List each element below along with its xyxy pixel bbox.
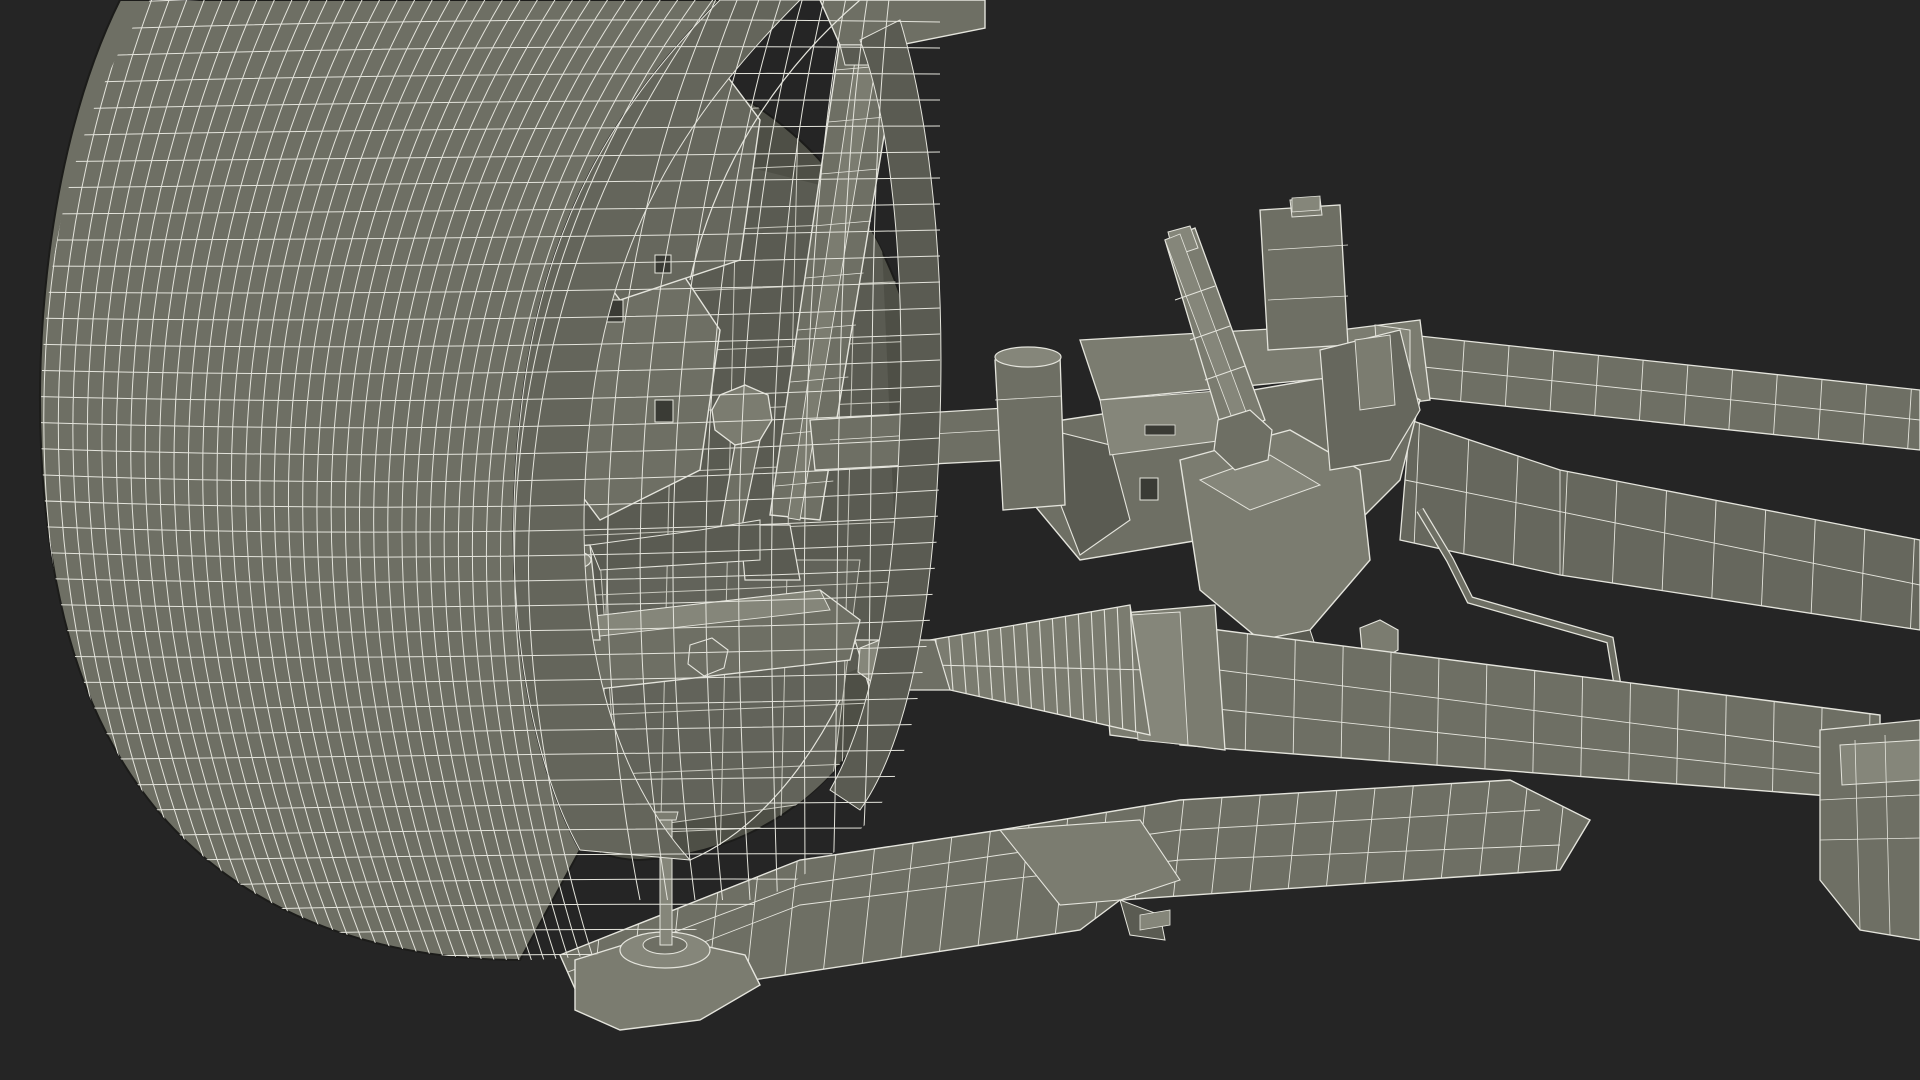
render-viewport [0, 0, 1920, 1080]
wireframe-suspension-render [0, 0, 1920, 1080]
